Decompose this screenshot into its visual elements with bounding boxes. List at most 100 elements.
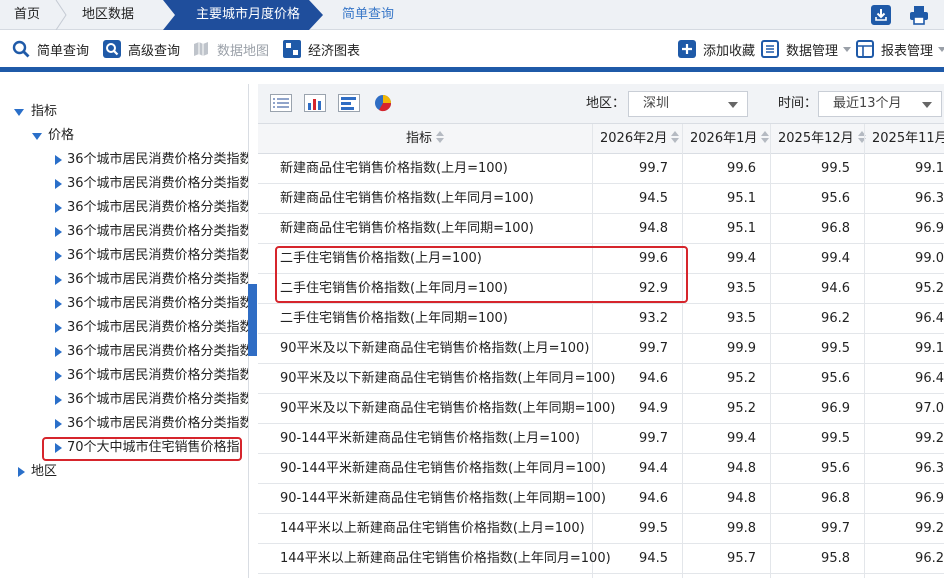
table-view-icon[interactable] [270,94,292,112]
simple-query-button[interactable]: 简单查询 [12,30,89,68]
value-cell: 96.3 [915,191,944,206]
value-cell: 95.2 [727,371,756,386]
panel-resize-handle[interactable] [248,284,257,356]
chevron-down-icon [843,46,852,52]
sort-icon [761,131,770,143]
tree-node-category[interactable]: 36个城市居民消费价格分类指数(上 [52,413,249,435]
column-header-indicator[interactable]: 指标 [406,124,445,154]
collapsed-triangle-icon [18,467,25,477]
value-cell: 94.5 [639,551,668,566]
advanced-query-button[interactable]: 高级查询 [103,30,180,68]
value-cell: 99.5 [639,521,668,536]
value-cell: 99.6 [727,161,756,176]
value-cell: 95.2 [727,401,756,416]
tree-label: 36个城市居民消费价格分类指数(上 [67,272,249,287]
table-row: 144平米以上新建商品住宅销售价格指数(上月=100) 99.5 99.8 99.7 9… [258,514,944,544]
value-cell: 94.8 [639,221,668,236]
tree-node-category[interactable]: 36个城市居民消费价格分类指数(上 [52,341,249,363]
breadcrumb-region-data[interactable]: 地区数据 [82,0,162,30]
table-row: 90-144平米新建商品住宅销售价格指数(上年同期=100) 94.6 94.8 96… [258,484,944,514]
print-icon[interactable] [908,4,930,26]
breadcrumb-simple-query[interactable]: 简单查询 [342,0,402,30]
collapsed-triangle-icon [55,299,62,309]
value-cell: 96.9 [915,221,944,236]
tree-label: 36个城市居民消费价格分类指数(上 [67,176,249,191]
breadcrumb-home[interactable]: 首页 [14,0,56,30]
tree-node-price[interactable]: 价格 [32,125,232,147]
value-cell: 99.7 [821,521,850,536]
export-icon[interactable] [870,4,892,26]
pie-chart-icon[interactable] [372,94,394,112]
tree-label: 36个城市居民消费价格分类指数(上 [67,248,249,263]
chevron-down-icon [922,102,932,108]
tree-node-region[interactable]: 地区 [16,461,216,483]
column-header-month[interactable]: 2025年12月 [778,124,866,154]
value-cell: 93.5 [727,311,756,326]
data-map-button[interactable]: 数据地图 [192,30,269,68]
add-favorite-button[interactable]: 添加收藏 [678,30,755,68]
value-cell: 96.2 [821,311,850,326]
value-cell: 99.7 [639,341,668,356]
data-manage-dropdown[interactable]: 数据管理 [761,30,852,68]
collapsed-triangle-icon [55,179,62,189]
tree-label: 36个城市居民消费价格分类指数(上 [67,224,249,239]
chevron-down-icon [938,46,944,52]
bar-chart-icon[interactable] [304,94,326,112]
column-header-month[interactable]: 2026年1月 [690,124,770,154]
toolbar-divider [0,67,944,72]
tree-node-category[interactable]: 36个城市居民消费价格分类指数(上 [52,293,249,315]
indicator-name-cell: 144平米以上新建商品住宅销售价格指数(上月=100) [280,521,585,536]
region-select[interactable]: 深圳 [628,91,748,117]
report-manage-label: 报表管理 [881,43,934,59]
data-list-icon [761,40,779,58]
tree-label: 36个城市居民消费价格分类指数(上 [67,320,249,335]
value-cell: 94.6 [821,281,850,296]
value-cell: 96.8 [821,491,850,506]
breadcrumb-city-monthly-price[interactable]: 主要城市月度价格 [196,0,306,30]
table-row: 新建商品住宅销售价格指数(上年同月=100) 94.5 95.1 95.6 96.3 [258,184,944,214]
column-header-month[interactable]: 2026年2月 [600,124,680,154]
expanded-triangle-icon [14,109,24,116]
tree-node-category[interactable]: 36个城市居民消费价格分类指数(上 [52,221,249,243]
value-cell: 96.9 [915,491,944,506]
tree-node-category[interactable]: 36个城市居民消费价格分类指数(上 [52,317,249,339]
tree-label: 36个城市居民消费价格分类指数(上 [67,296,249,311]
column-header-month[interactable]: 2025年11月 [872,124,944,154]
tree-node-category[interactable]: 36个城市居民消费价格分类指数(上 [52,173,249,195]
value-cell: 95.6 [821,461,850,476]
report-manage-dropdown[interactable]: 报表管理 [856,30,944,68]
table-row: 90平米及以下新建商品住宅销售价格指数(上年同月=100) 94.6 95.2 95.… [258,364,944,394]
tree-node-indicator[interactable]: 指标 [14,101,214,123]
value-cell: 99.7 [639,161,668,176]
time-select[interactable]: 最近13个月 [818,91,942,117]
report-table-icon [856,40,874,58]
indicator-name-cell: 90-144平米新建商品住宅销售价格指数(上月=100) [280,431,580,446]
tree-node-category[interactable]: 36个城市居民消费价格分类指数(上 [52,197,249,219]
value-cell: 99.9 [727,341,756,356]
indicator-name-cell: 新建商品住宅销售价格指数(上年同期=100) [280,221,534,236]
chevron-right-icon [55,0,67,30]
value-cell: 95.2 [915,281,944,296]
value-cell: 99.8 [727,521,756,536]
collapsed-triangle-icon [55,395,62,405]
data-table-body: 新建商品住宅销售价格指数(上月=100) 99.7 99.6 99.5 99.1 新建商品… [258,154,944,578]
indicator-tree: 指标 价格 36个城市居民消费价格分类指数(上 36个城市居民消费价格分类指数(上… [0,84,249,578]
tree-node-category[interactable]: 36个城市居民消费价格分类指数(上 [52,149,249,171]
tree-node-category[interactable]: 36个城市居民消费价格分类指数(上 [52,389,249,411]
tree-node-category[interactable]: 36个城市居民消费价格分类指数(上 [52,269,249,291]
horizontal-bar-icon[interactable] [338,94,360,112]
value-cell: 99.2 [915,521,944,536]
indicator-name-cell: 90平米及以下新建商品住宅销售价格指数(上年同期=100) [280,401,616,416]
chart-grid-icon [283,40,301,58]
econ-chart-button[interactable]: 经济图表 [283,30,360,68]
value-cell: 96.3 [915,461,944,476]
column-header-label: 2025年11月 [872,131,944,146]
chevron-down-icon [728,102,738,108]
value-cell: 95.6 [821,191,850,206]
tree-node-category[interactable]: 36个城市居民消费价格分类指数(上 [52,245,249,267]
data-manage-label: 数据管理 [786,43,839,59]
tree-node-category[interactable]: 36个城市居民消费价格分类指数(上 [52,365,249,387]
table-header: 指标 2026年2月 2026年1月 2025年12月 2025年11月 [258,124,944,154]
value-cell: 94.8 [727,461,756,476]
advanced-query-label: 高级查询 [128,43,181,59]
